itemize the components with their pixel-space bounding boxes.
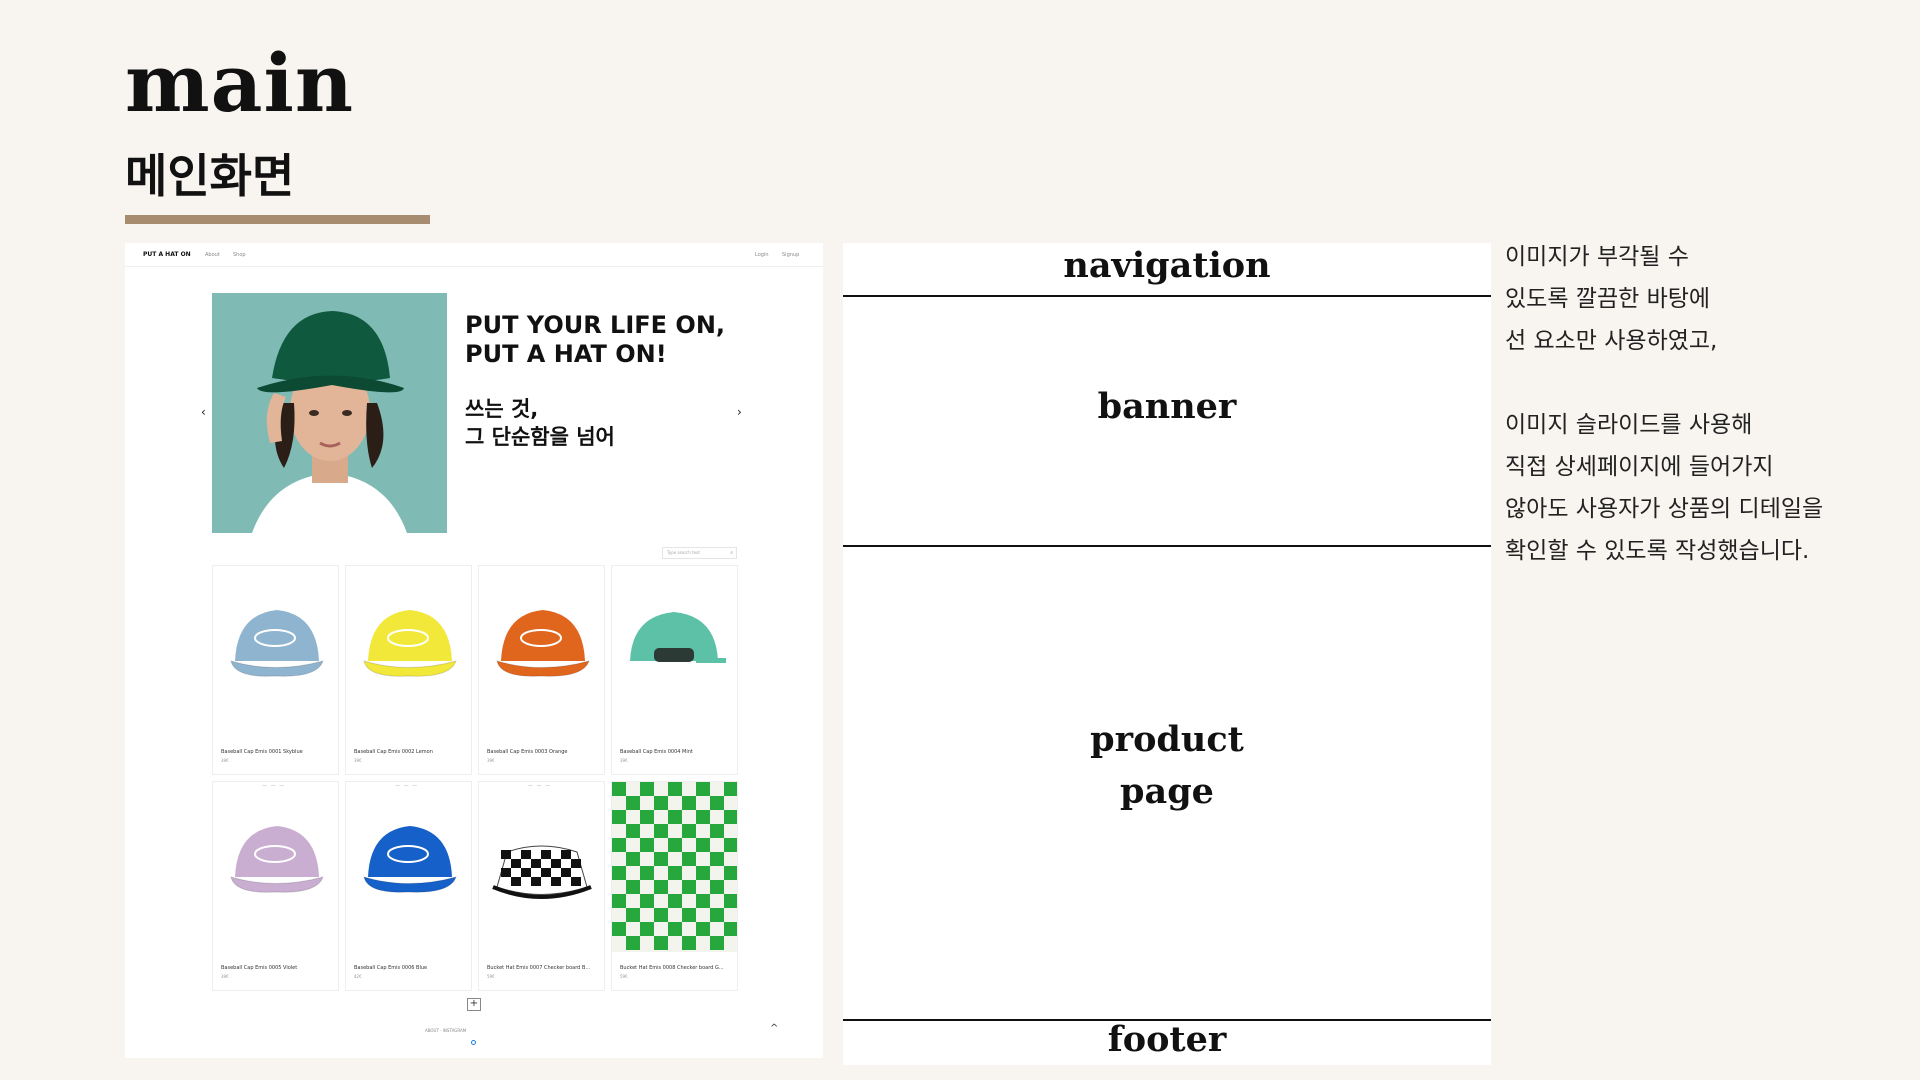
- product-price: 59€: [487, 974, 495, 979]
- product-price: 59€: [620, 974, 628, 979]
- product-price: 42€: [354, 974, 362, 979]
- banner-subline: 쓰는 것, 그 단순함을 넘어: [465, 395, 725, 451]
- description-line: 않아도 사용자가 상품의 디테일을: [1505, 496, 1824, 522]
- scroll-top-button[interactable]: ^: [770, 1023, 778, 1034]
- product-card[interactable]: Baseball Cap Emis 0005 Violet 39€: [212, 781, 339, 991]
- cap-icon[interactable]: [213, 782, 338, 952]
- search-placeholder: Type search text: [667, 550, 700, 555]
- product-name[interactable]: Baseball Cap Emis 0006 Blue: [354, 965, 427, 971]
- product-name[interactable]: Bucket Hat Emis 0007 Checker board B...: [487, 965, 590, 971]
- product-card[interactable]: Baseball Cap Emis 0006 Blue 42€: [345, 781, 472, 991]
- description-line: 선 요소만 사용하였고,: [1505, 328, 1718, 354]
- banner-model-image: [212, 293, 447, 533]
- description-line: 확인할 수 있도록 작성했습니다.: [1505, 538, 1810, 564]
- nav-link-about[interactable]: About: [205, 252, 220, 258]
- product-price: 39€: [487, 758, 495, 763]
- product-card[interactable]: Baseball Cap Emis 0003 Orange 39€: [478, 565, 605, 775]
- banner-headline: PUT YOUR LIFE ON, PUT A HAT ON!: [465, 311, 765, 369]
- brand-logo[interactable]: PUT A HAT ON: [143, 251, 191, 258]
- mock-footer-links: ABOUT · INSTAGRAM: [425, 1028, 467, 1033]
- banner-subline-line1: 쓰는 것,: [465, 397, 539, 421]
- product-card[interactable]: Bucket Hat Emis 0008 Checker board G... 5…: [611, 781, 738, 991]
- description-line: 이미지 슬라이드를 사용해: [1505, 412, 1753, 438]
- carousel-dots[interactable]: — — —: [395, 783, 418, 789]
- nav-link-login[interactable]: Login: [755, 252, 769, 258]
- banner-subline-line2: 그 단순함을 넘어: [465, 425, 615, 449]
- product-card[interactable]: Baseball Cap Emis 0001 Skyblue 39€: [212, 565, 339, 775]
- divider-nav-banner: [843, 295, 1491, 297]
- cap-icon[interactable]: [346, 566, 471, 736]
- section-label-product: product: [1090, 719, 1244, 760]
- product-name[interactable]: Baseball Cap Emis 0001 Skyblue: [221, 749, 303, 755]
- description-line: 이미지가 부각될 수: [1505, 244, 1689, 270]
- section-label-product-page: product page: [843, 714, 1491, 818]
- product-price: 39€: [354, 758, 362, 763]
- product-price: 39€: [620, 758, 628, 763]
- design-description: 이미지가 부각될 수 있도록 깔끔한 바탕에 선 요소만 사용하였고, 이미지 …: [1505, 236, 1905, 572]
- cap-icon[interactable]: [612, 566, 737, 736]
- section-label-footer: footer: [1107, 1019, 1227, 1060]
- divider-banner-product: [843, 545, 1491, 547]
- product-name[interactable]: Baseball Cap Emis 0004 Mint: [620, 749, 693, 755]
- description-line: 있도록 깔끔한 바탕에: [1505, 286, 1711, 312]
- section-label-banner: banner: [1097, 386, 1237, 427]
- bucket-hat-icon[interactable]: [479, 782, 604, 952]
- load-more-button[interactable]: +: [467, 998, 481, 1011]
- banner-headline-line2: PUT A HAT ON!: [465, 340, 667, 368]
- section-label-page: page: [1120, 771, 1214, 812]
- product-search-input[interactable]: Type search text ⌕: [662, 547, 737, 559]
- banner-headline-line1: PUT YOUR LIFE ON,: [465, 311, 726, 339]
- nav-link-shop[interactable]: Shop: [233, 252, 246, 258]
- carousel-dots[interactable]: — — —: [528, 783, 551, 789]
- product-name[interactable]: Baseball Cap Emis 0003 Orange: [487, 749, 568, 755]
- carousel-dots[interactable]: — — —: [262, 783, 285, 789]
- product-name[interactable]: Baseball Cap Emis 0005 Violet: [221, 965, 297, 971]
- cap-icon[interactable]: [479, 566, 604, 736]
- product-price: 39€: [221, 758, 229, 763]
- slide-subtitle: 메인화면: [125, 149, 295, 203]
- accent-bar: [125, 215, 430, 224]
- banner-prev-arrow[interactable]: ‹: [201, 405, 206, 419]
- description-line: 직접 상세페이지에 들어가지: [1505, 454, 1774, 480]
- slide-title: main: [125, 36, 355, 130]
- website-screenshot: PUT A HAT ON About Shop Login Signup ‹ P…: [125, 243, 823, 1058]
- nav-link-signup[interactable]: Signup: [782, 252, 799, 258]
- cap-icon[interactable]: [213, 566, 338, 736]
- product-name[interactable]: Baseball Cap Emis 0002 Lemon: [354, 749, 433, 755]
- product-price: 39€: [221, 974, 229, 979]
- product-card[interactable]: Bucket Hat Emis 0007 Checker board B... 5…: [478, 781, 605, 991]
- footer-instagram-icon[interactable]: [471, 1040, 476, 1045]
- cap-icon[interactable]: [346, 782, 471, 952]
- section-label-navigation: navigation: [1063, 245, 1271, 286]
- product-name[interactable]: Bucket Hat Emis 0008 Checker board G...: [620, 965, 724, 971]
- search-icon[interactable]: ⌕: [730, 550, 733, 556]
- model-with-bucket-hat-image: [212, 293, 447, 533]
- banner-next-arrow[interactable]: ›: [737, 405, 742, 419]
- layout-structure-panel: navigation banner product page footer: [843, 243, 1491, 1065]
- bucket-hat-icon[interactable]: [612, 782, 737, 952]
- mock-navigation-bar: PUT A HAT ON About Shop Login Signup: [125, 243, 823, 267]
- product-card[interactable]: Baseball Cap Emis 0002 Lemon 39€: [345, 565, 472, 775]
- product-card[interactable]: Baseball Cap Emis 0004 Mint 39€: [611, 565, 738, 775]
